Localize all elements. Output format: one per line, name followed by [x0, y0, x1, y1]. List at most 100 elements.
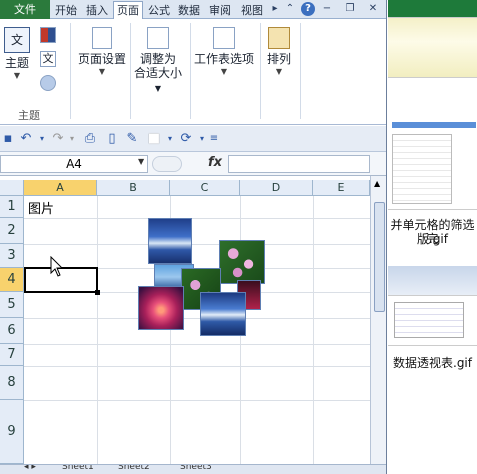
row-header-5[interactable]: 5 [0, 292, 24, 318]
scroll-up-icon[interactable]: ▲ [374, 179, 380, 188]
vertical-scroll-thumb[interactable] [374, 202, 385, 312]
formula-input[interactable] [228, 155, 370, 173]
format-painter-icon[interactable]: ✎ [124, 131, 140, 147]
ribbon-tab-bar: 文件 开始 插入 页面 公式 数据 审阅 视图 ▸ ⌃ ? − ❐ ✕ [0, 0, 386, 20]
page-setup-label: 页面设置 [77, 52, 126, 66]
row-header-4[interactable]: 4 [0, 268, 24, 292]
undo-icon[interactable]: ↶ [18, 131, 34, 147]
name-box-dropdown-icon[interactable]: ▼ [138, 157, 144, 166]
column-header-e[interactable]: E [313, 180, 370, 196]
gridline [24, 366, 370, 367]
print-preview-icon[interactable]: ⎙ [82, 131, 98, 147]
group-separator [260, 23, 261, 119]
sheet-tab-bar: ◂ ▸ Sheet1 Sheet2 Sheet3 [0, 464, 386, 474]
row-header-3[interactable]: 3 [0, 244, 24, 268]
thumbnail-excel-2[interactable] [388, 266, 477, 296]
tab-insert[interactable]: 插入 [83, 1, 111, 19]
row-header-9[interactable]: 9 [0, 400, 24, 464]
sheet-nav-icon[interactable]: ◂ ▸ [24, 465, 36, 472]
fill-color-icon[interactable]: ■ [146, 131, 162, 147]
theme-fonts-icon: 文 [40, 51, 56, 67]
column-header-b[interactable]: B [97, 180, 170, 196]
thumbnail-filter-gif[interactable] [388, 110, 477, 210]
scale-to-fit-label-1: 调整为 [139, 52, 176, 66]
themes-label: 主题 [4, 56, 29, 70]
tab-review[interactable]: 审阅 [206, 1, 234, 19]
theme-effects-button[interactable] [38, 75, 66, 94]
scale-to-fit-button[interactable]: 调整为 合适大小 ▼ [130, 27, 186, 96]
group-separator [70, 23, 71, 119]
sheet-tab-3[interactable]: Sheet3 [180, 465, 212, 472]
column-header-d[interactable]: D [240, 180, 313, 196]
fill-handle[interactable] [95, 290, 100, 295]
sheet-options-icon [213, 27, 235, 49]
formula-bar-splitter[interactable] [152, 156, 182, 172]
new-document-icon[interactable]: ▯ [104, 131, 120, 147]
picture-pink-flowers[interactable] [219, 240, 265, 284]
gridline [313, 196, 314, 464]
insert-function-icon[interactable]: fx [208, 155, 222, 170]
name-box[interactable]: A4 [0, 155, 148, 173]
thumbnail-detail [392, 122, 476, 128]
tab-page-layout[interactable]: 页面 [113, 1, 143, 20]
picture-mountain-lake[interactable] [148, 218, 192, 264]
cell-a1[interactable]: 图片 [28, 198, 54, 217]
sheet-tab-2[interactable]: Sheet2 [118, 465, 150, 472]
gridline [24, 344, 370, 345]
gridline [24, 218, 370, 219]
column-header-c[interactable]: C [170, 180, 240, 196]
quick-access-toolbar: ▪ ↶ ▾ ↷ ▾ ⎙ ▯ ✎ ■ ▾ ⟳ ▾ ≡ [0, 126, 386, 152]
row-header-6[interactable]: 6 [0, 318, 24, 344]
thumbnail-excel-1[interactable] [388, 18, 477, 78]
picture-sunset[interactable] [138, 286, 184, 330]
theme-fonts-button[interactable]: 文 [38, 51, 66, 70]
chevron-down-icon: ▼ [13, 71, 21, 80]
themes-button[interactable]: 文 主题 ▼ [2, 27, 32, 82]
column-header-a[interactable]: A [24, 180, 97, 196]
redo-dropdown-icon[interactable]: ▾ [64, 131, 80, 147]
row-header-8[interactable]: 8 [0, 366, 24, 400]
file-browser-panel: 并单元格的筛选完 版.gif 数据透视表.gif [388, 0, 477, 474]
arrange-button[interactable]: 排列 ▼ [262, 27, 296, 78]
fill-color-dropdown-icon[interactable]: ▾ [162, 131, 178, 147]
page-setup-button[interactable]: 页面设置 ▼ [74, 27, 130, 78]
sheet-options-button[interactable]: 工作表选项 ▼ [190, 27, 258, 78]
save-icon[interactable]: ▪ [0, 131, 16, 147]
file-caption-2[interactable]: 数据透视表.gif [388, 356, 477, 370]
window-close-icon[interactable]: ✕ [366, 2, 380, 16]
theme-effects-icon [40, 75, 56, 91]
picture-mountain-lake-2[interactable] [200, 292, 246, 336]
file-caption-1b[interactable]: 版.gif [388, 232, 477, 246]
tab-file[interactable]: 文件 [0, 0, 50, 19]
thumbnail-detail [392, 134, 452, 204]
theme-colors-button[interactable] [38, 27, 66, 46]
arrange-icon [268, 27, 290, 49]
row-header-1[interactable]: 1 [0, 196, 24, 218]
customize-toolbar-icon[interactable]: ≡ [206, 131, 222, 147]
tab-view[interactable]: 视图 [238, 1, 266, 19]
tab-formulas[interactable]: 公式 [145, 1, 173, 19]
window-minimize-icon[interactable]: − [320, 2, 334, 16]
mouse-cursor-icon [50, 256, 64, 277]
ribbon-page-layout: 文 主题 ▼ 文 主题 页面设置 ▼ 调整为 合适大小 ▼ 工作表选项 ▼ 排列… [0, 19, 386, 125]
worksheet-grid[interactable]: A B C D E 1 2 3 4 5 6 7 8 9 图片 [0, 176, 370, 464]
undo-dropdown-icon[interactable]: ▾ [34, 131, 50, 147]
minimize-ribbon-icon[interactable]: ⌃ [283, 2, 297, 16]
chevron-down-icon: ▼ [154, 84, 162, 93]
help-icon[interactable]: ? [301, 2, 315, 16]
gridline [24, 400, 370, 401]
themes-icon: 文 [4, 27, 30, 53]
window-restore-icon[interactable]: ❐ [343, 2, 357, 16]
vertical-scrollbar[interactable]: ▲ [370, 176, 386, 464]
theme-colors-icon [40, 27, 56, 43]
thumbnail-top[interactable] [388, 0, 477, 18]
row-header-2[interactable]: 2 [0, 218, 24, 244]
row-header-7[interactable]: 7 [0, 344, 24, 366]
tab-scroll-right-icon[interactable]: ▸ [268, 2, 282, 16]
thumbnail-pivot-gif[interactable] [388, 296, 477, 346]
tab-home[interactable]: 开始 [53, 1, 79, 19]
select-all-corner[interactable] [0, 180, 24, 196]
refresh-icon[interactable]: ⟳ [178, 131, 194, 147]
tab-data[interactable]: 数据 [175, 1, 203, 19]
sheet-tab-1[interactable]: Sheet1 [62, 465, 94, 472]
